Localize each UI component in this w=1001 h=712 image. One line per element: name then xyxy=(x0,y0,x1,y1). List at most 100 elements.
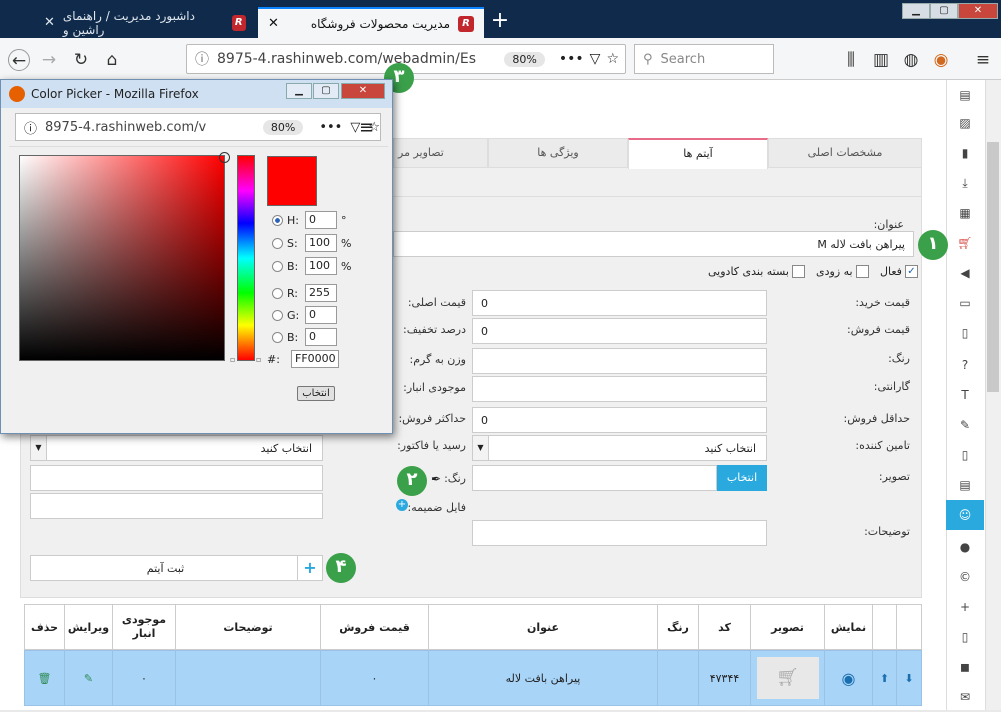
eyedropper-icon[interactable]: ✒ xyxy=(431,472,441,486)
chat-icon[interactable]: ◼ xyxy=(946,652,984,682)
bookmark-star-icon[interactable]: ☆ xyxy=(606,51,619,67)
saturation-radio[interactable] xyxy=(272,237,283,249)
hue-radio[interactable] xyxy=(272,214,283,226)
tab-main-specs[interactable]: مشخصات اصلی xyxy=(768,138,922,168)
sidebar-toggle-icon[interactable]: ▥ xyxy=(870,49,892,71)
brightness-input[interactable]: 100 xyxy=(305,257,337,275)
menu-icon[interactable]: ≡ xyxy=(972,49,994,71)
dialog-maximize-button[interactable]: ▢ xyxy=(313,83,339,99)
move-up-icon[interactable]: ⬆ xyxy=(873,651,897,705)
text-icon[interactable]: T xyxy=(946,380,984,410)
table-row[interactable]: ⬇ ⬆ ◉ 🛒︎ ۴۷۳۴۴ پیراهن بافت لاله ۰ ۰ ✎ 🗑︎ xyxy=(24,650,922,706)
dialog-url-bar[interactable]: ⓘ 8975-4.rashinweb.com/v 80% ••• ▽ ☆ xyxy=(15,113,381,141)
news-icon[interactable]: ▤ xyxy=(946,80,984,110)
info-icon[interactable]: ⓘ xyxy=(195,49,209,69)
gift-checkbox[interactable] xyxy=(791,265,805,278)
dialog-menu-icon[interactable]: ≡ xyxy=(359,117,374,138)
monitor-icon[interactable]: ▭ xyxy=(946,288,984,318)
blue-radio[interactable] xyxy=(272,331,283,343)
close-icon[interactable]: ✕ xyxy=(268,16,279,31)
hue-input[interactable]: 0 xyxy=(305,211,337,229)
pocket-icon[interactable]: ▽ xyxy=(590,51,601,67)
pin-icon[interactable]: ✎ xyxy=(946,410,984,440)
edit-icon[interactable]: ✎ xyxy=(65,651,113,705)
invoice-select[interactable]: ▼ انتخاب کنید xyxy=(30,435,323,461)
tab-dashboard[interactable]: ✕ داشبورد مدیریت / راهنمای راشین و R xyxy=(34,7,256,38)
discount-input[interactable]: 0 xyxy=(472,318,767,344)
color-select-button[interactable]: انتخاب xyxy=(297,386,335,401)
info-icon[interactable]: ⓘ xyxy=(24,118,37,137)
file-icon[interactable]: ▯ xyxy=(946,440,984,470)
tab-images[interactable]: تصاویر مر xyxy=(393,138,488,168)
max-sale-input[interactable]: 0 xyxy=(472,407,767,433)
dialog-zoom-level[interactable]: 80% xyxy=(262,119,304,135)
document-icon[interactable]: ▮ xyxy=(946,138,984,168)
color-input[interactable] xyxy=(30,465,323,491)
close-window-button[interactable]: ✕ xyxy=(958,3,998,19)
hue-slider[interactable] xyxy=(237,155,255,361)
mobile-icon[interactable]: ▯ xyxy=(946,622,984,652)
select-image-button[interactable]: انتخاب xyxy=(717,465,767,491)
minimize-button[interactable]: ▁ xyxy=(902,3,930,19)
home-icon[interactable]: ⌂ xyxy=(101,49,123,71)
active-checkbox[interactable]: ✓ xyxy=(904,265,918,278)
file-text-icon[interactable]: ▤ xyxy=(946,470,984,500)
users-icon[interactable]: ☺ xyxy=(946,500,984,530)
active-checkbox-group[interactable]: ✓ فعال xyxy=(880,265,918,278)
forward-icon[interactable]: → xyxy=(38,49,60,71)
firefox-account-icon[interactable]: ◉ xyxy=(930,49,952,71)
red-input[interactable]: 255 xyxy=(305,284,337,302)
page-actions-icon[interactable]: ••• xyxy=(319,120,342,135)
zoom-level[interactable]: 80% xyxy=(504,51,545,67)
volume-icon[interactable]: ◀︎ xyxy=(946,258,984,288)
image-icon[interactable]: ▨ xyxy=(946,108,984,138)
saturation-brightness-area[interactable] xyxy=(19,155,225,361)
soon-checkbox[interactable] xyxy=(855,265,869,278)
soon-checkbox-group[interactable]: به زودی xyxy=(816,265,869,278)
green-radio[interactable] xyxy=(272,309,283,321)
page-actions-icon[interactable]: ••• xyxy=(559,51,584,67)
download-icon[interactable]: ⤓ xyxy=(946,168,984,198)
close-icon[interactable]: ✕ xyxy=(44,15,55,30)
search-box[interactable]: ⚲ Search xyxy=(634,44,774,74)
cart-icon[interactable]: 🛒︎ xyxy=(946,228,984,258)
blue-input[interactable]: 0 xyxy=(305,328,337,346)
title-input[interactable]: پیراهن بافت لاله M xyxy=(393,231,914,257)
stock-input[interactable] xyxy=(472,376,767,402)
user-icon[interactable]: ● xyxy=(946,532,984,562)
attachment-input[interactable] xyxy=(30,493,323,519)
question-icon[interactable]: ? xyxy=(946,350,984,380)
register-item-button[interactable]: ثبت آیتم xyxy=(30,555,323,581)
description-input[interactable] xyxy=(472,520,767,546)
hue-slider-handle-left[interactable]: ▫ xyxy=(230,355,235,364)
tab-features[interactable]: ویژگی ها xyxy=(488,138,628,168)
mail-icon[interactable]: ✉ xyxy=(946,682,984,712)
eye-icon[interactable]: ◉ xyxy=(825,651,873,705)
copyright-icon[interactable]: © xyxy=(946,562,984,592)
supplier-select[interactable]: ▼ انتخاب کنید xyxy=(472,435,767,461)
hex-input[interactable]: FF0000 xyxy=(291,350,339,368)
maximize-button[interactable]: ▢ xyxy=(930,3,958,19)
dialog-minimize-button[interactable]: ▁ xyxy=(286,83,312,99)
add-attachment-icon[interactable]: + xyxy=(396,499,408,511)
book-icon[interactable]: ▯ xyxy=(946,318,984,348)
user-plus-icon[interactable]: + xyxy=(946,592,984,622)
brightness-radio[interactable] xyxy=(272,260,283,272)
globe-icon[interactable]: ◍ xyxy=(900,49,922,71)
weight-input[interactable] xyxy=(472,348,767,374)
red-radio[interactable] xyxy=(272,287,283,299)
tab-products[interactable]: ✕ مدیریت محصولات فروشگاه R xyxy=(258,7,484,38)
image-path-input[interactable] xyxy=(472,465,717,491)
move-down-icon[interactable]: ⬇ xyxy=(897,651,922,705)
trash-icon[interactable]: 🗑︎ xyxy=(25,651,65,705)
film-icon[interactable]: ▦ xyxy=(946,198,984,228)
hue-slider-handle-right[interactable]: ▫ xyxy=(256,355,261,364)
scroll-thumb[interactable] xyxy=(987,142,999,392)
new-tab-button[interactable]: + xyxy=(486,8,514,36)
library-icon[interactable]: ⫼ xyxy=(840,49,862,71)
green-input[interactable]: 0 xyxy=(305,306,337,324)
saturation-input[interactable]: 100 xyxy=(305,234,337,252)
dialog-close-button[interactable]: ✕ xyxy=(341,83,385,99)
reload-icon[interactable]: ↻ xyxy=(70,49,92,71)
tab-items[interactable]: آیتم ها xyxy=(628,138,768,169)
